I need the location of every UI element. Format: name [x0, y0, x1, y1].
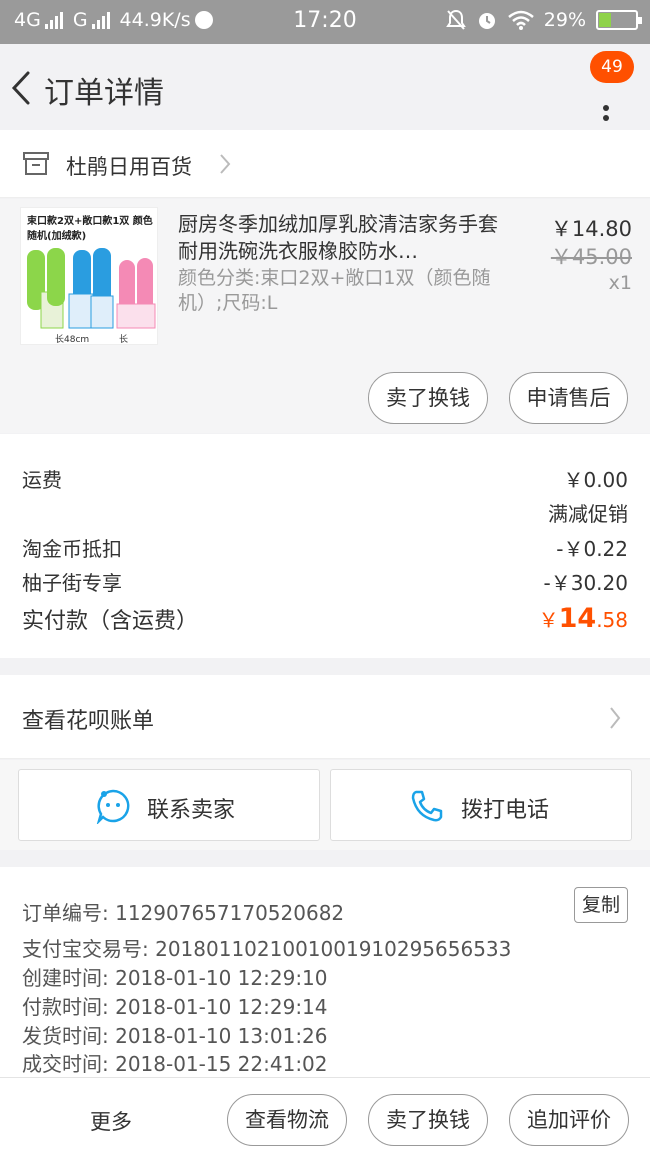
more-options-icon[interactable] [598, 84, 614, 124]
product-name: 厨房冬季加绒加厚乳胶清洁家务手套耐用洗碗洗衣服橡胶防水… [178, 212, 498, 263]
chat-bubble-icon [96, 789, 130, 824]
shop-name: 杜鹃日用百货 [66, 155, 192, 179]
battery-percent: 29% [543, 9, 586, 31]
product-price: ￥14.80 [550, 217, 632, 241]
product-quantity: x1 [608, 272, 632, 294]
status-bar: 4G G 44.9K/s 17:20 29% [0, 0, 650, 44]
back-arrow-icon[interactable] [8, 70, 36, 106]
wifi-icon [507, 10, 534, 30]
sell-for-cash-button[interactable]: 卖了换钱 [368, 372, 488, 424]
shipping-row: 运费 ￥0.00 [22, 464, 628, 493]
shipping-value: ￥0.00 [563, 468, 628, 492]
product-original-price: ￥45.00 [550, 245, 632, 269]
status-right: 29% [445, 9, 642, 31]
call-phone-button[interactable]: 拨打电话 [330, 769, 632, 841]
nav-header: 订单详情 49 [0, 44, 650, 130]
total-paid-row: 实付款（含运费） ￥14.58 [22, 603, 628, 635]
chevron-right-icon [610, 707, 621, 729]
shop-icon [23, 152, 49, 175]
phone-icon [411, 790, 443, 822]
contact-seller-button[interactable]: 联系卖家 [18, 769, 320, 841]
bottom-action-bar: 更多 查看物流 卖了换钱 追加评价 [0, 1077, 650, 1155]
gloves-image [27, 248, 156, 329]
call-phone-label: 拨打电话 [461, 798, 550, 823]
copy-order-number-button[interactable]: 复制 [574, 887, 628, 923]
total-integer: 14 [558, 603, 597, 634]
product-item[interactable]: 束口款2双+敞口款1双 颜色随机(加绒款) 长48cm 长40.5cm 厨 [0, 199, 650, 433]
shipping-label: 运费 [22, 468, 62, 492]
after-sale-button[interactable]: 申请售后 [509, 372, 628, 424]
total-label: 实付款（含运费） [22, 609, 199, 634]
shop-row[interactable]: 杜鹃日用百货 [0, 130, 650, 198]
more-button[interactable]: 更多 [90, 1106, 132, 1136]
created-time: 创建时间: 2018-01-10 12:29:10 [22, 966, 328, 990]
order-info: 订单编号: 112907657170520682 复制 支付宝交易号: 2018… [0, 867, 650, 1077]
alarm-icon [478, 13, 495, 29]
total-decimal: .58 [596, 608, 628, 632]
youzi-value: -￥30.20 [543, 571, 628, 595]
paid-time: 付款时间: 2018-01-10 12:29:14 [22, 995, 328, 1019]
coin-value: -￥0.22 [556, 537, 628, 561]
thumbnail-length-1: 长48cm [55, 335, 90, 345]
alipay-trade-number: 支付宝交易号: 2018011021001001910295656533 [22, 937, 512, 961]
view-logistics-button[interactable]: 查看物流 [227, 1094, 347, 1146]
contact-seller-label: 联系卖家 [147, 798, 236, 823]
product-thumbnail[interactable]: 束口款2双+敞口款1双 颜色随机(加绒款) 长48cm 长40.5cm [20, 207, 158, 345]
fee-summary: 运费 ￥0.00 满减促销 淘金币抵扣 -￥0.22 柚子街专享 -￥30.20… [0, 434, 650, 658]
mute-icon [445, 9, 466, 30]
additional-review-button[interactable]: 追加评价 [509, 1094, 629, 1146]
battery-icon [596, 10, 642, 30]
page-title: 订单详情 [44, 76, 164, 111]
contact-bar: 联系卖家 拨打电话 [0, 760, 650, 850]
total-value: ￥14.58 [539, 603, 628, 634]
order-number: 订单编号: 112907657170520682 [22, 901, 345, 925]
total-currency: ￥ [538, 608, 559, 632]
coin-label: 淘金币抵扣 [22, 537, 122, 561]
thumbnail-length-2: 长40.5cm [119, 335, 129, 345]
chevron-right-icon [220, 154, 231, 174]
youzi-row: 柚子街专享 -￥30.20 [22, 567, 628, 596]
coin-deduction-row: 淘金币抵扣 -￥0.22 [22, 533, 628, 562]
message-count-badge: 49 [590, 51, 634, 83]
huabei-bill-row[interactable]: 查看花呗账单 [0, 675, 650, 759]
completed-time: 成交时间: 2018-01-15 22:41:02 [22, 1052, 328, 1076]
youzi-label: 柚子街专享 [22, 571, 122, 595]
promo-label: 满减促销 [548, 502, 628, 526]
huabei-label: 查看花呗账单 [22, 709, 155, 734]
sell-for-cash-bottom-button[interactable]: 卖了换钱 [368, 1094, 488, 1146]
shipped-time: 发货时间: 2018-01-10 13:01:26 [22, 1024, 328, 1048]
product-sku: 颜色分类:束口2双+敞口1双（颜色随机）;尺码:L [178, 267, 491, 314]
order-detail-page: 4G G 44.9K/s 17:20 29% 订单详情 49 杜鹃日用百货 束口… [0, 0, 650, 1155]
